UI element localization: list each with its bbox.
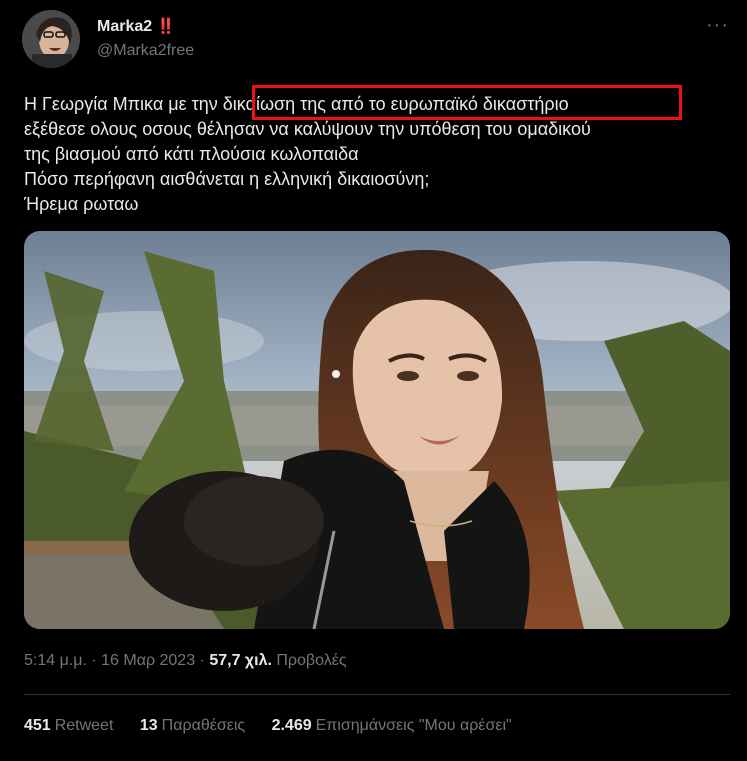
- quotes-label: Παραθέσεις: [161, 717, 246, 734]
- divider-top: [24, 694, 730, 695]
- likes-stat[interactable]: 2.469 Επισημάνσεις "Μου αρέσει": [272, 717, 512, 734]
- double-exclamation-icon: ‼️: [156, 18, 176, 35]
- tweet-meta: 5:14 μ.μ. · 16 Μαρ 2023 · 57,7 χιλ. Προβ…: [24, 652, 347, 670]
- tweet-line-4: Πόσο περήφανη αισθάνεται η ελληνική δικα…: [24, 169, 430, 189]
- tweet-date[interactable]: 16 Μαρ 2023: [101, 652, 195, 669]
- photo-illustration: [24, 231, 730, 629]
- tweet-line-1-start: Η Γεωργία Μπικα με την: [24, 94, 223, 114]
- tweet-photo[interactable]: [24, 231, 730, 629]
- tweet-line-3: της βιασμού από κάτι πλούσια κωλοπαιδα: [24, 144, 359, 164]
- more-options-icon[interactable]: ···: [706, 14, 729, 37]
- quotes-count: 13: [139, 717, 158, 734]
- display-name[interactable]: Marka2 ‼️: [97, 17, 175, 36]
- avatar[interactable]: [22, 10, 80, 68]
- retweets-label: Retweet: [54, 717, 114, 734]
- meta-separator: ·: [86, 652, 102, 669]
- views-count: 57,7 χιλ.: [209, 652, 272, 669]
- likes-count: 2.469: [271, 717, 312, 734]
- display-name-text: Marka2: [97, 18, 153, 35]
- retweets-stat[interactable]: 451 Retweet: [24, 717, 113, 734]
- tweet-time[interactable]: 5:14 μ.μ.: [24, 652, 87, 669]
- user-handle[interactable]: @Marka2free: [97, 42, 194, 60]
- likes-label: Επισημάνσεις "Μου αρέσει": [315, 717, 512, 734]
- tweet-line-2: εξέθεσε ολους οσους θέλησαν να καλύψουν …: [24, 119, 591, 139]
- quotes-stat[interactable]: 13 Παραθέσεις: [140, 717, 245, 734]
- retweets-count: 451: [24, 717, 51, 734]
- tweet-stats: 451 Retweet 13 Παραθέσεις 2.469 Επισημάνσει…: [24, 717, 534, 735]
- avatar-image: [22, 10, 80, 68]
- meta-separator-2: ·: [195, 652, 210, 669]
- tweet-line-5: Ήρεμα ρωταω: [24, 194, 139, 214]
- red-highlight-box: [252, 85, 682, 120]
- views-label: Προβολές: [276, 652, 347, 669]
